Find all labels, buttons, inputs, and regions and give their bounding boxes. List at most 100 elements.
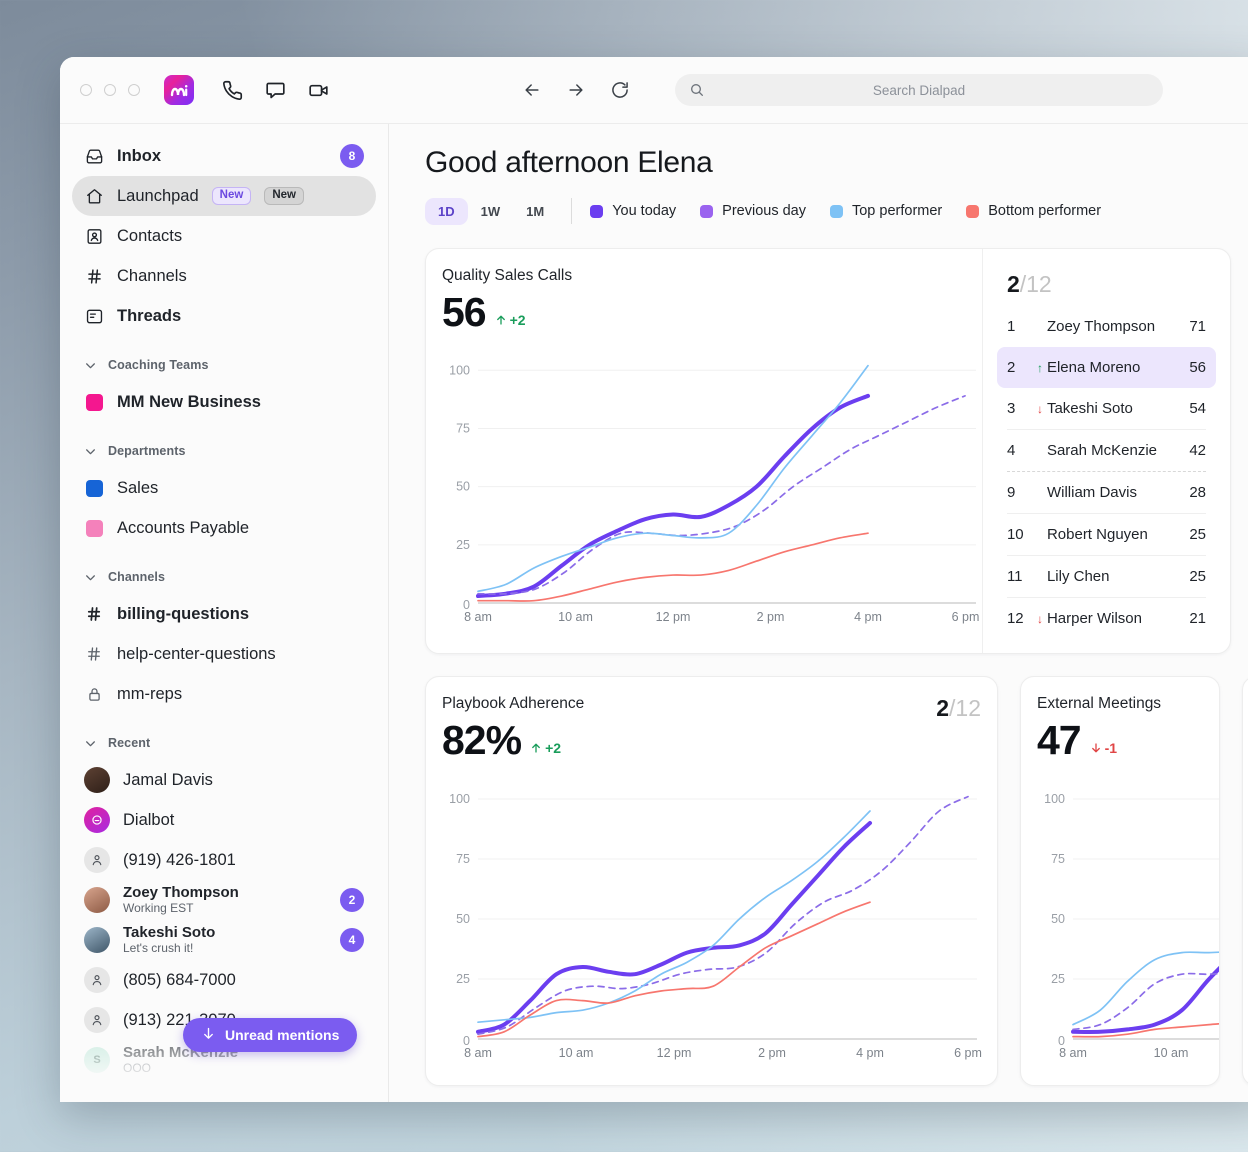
x-axis-tick-label: 10 am <box>559 1046 594 1060</box>
maximize-window-button[interactable] <box>128 84 140 96</box>
leaderboard-score: 25 <box>1189 526 1206 543</box>
sidebar-item-label: Inbox <box>117 147 161 166</box>
sidebar-item-mm-reps[interactable]: mm-reps <box>72 674 376 714</box>
table-row[interactable]: 9William Davis28 <box>997 472 1216 513</box>
metric-delta-value: -1 <box>1105 740 1117 756</box>
chevron-down-icon <box>84 571 98 584</box>
card-rank: 2/12 <box>936 695 981 722</box>
dialbot-avatar-icon <box>84 807 110 833</box>
section-recent[interactable]: Recent <box>72 726 376 760</box>
browser-nav-group[interactable]: Search Dialpad <box>521 74 1248 106</box>
leaderboard-name: Elena Moreno <box>1047 359 1189 376</box>
x-axis-tick-label: 6 pm <box>954 1046 982 1060</box>
card-playbook-adherence[interactable]: Playbook Adherence 82% +2 2/12 <box>425 676 998 1086</box>
table-row[interactable]: 3↓Takeshi Soto54 <box>997 388 1216 429</box>
series-line-previous-day <box>478 396 965 594</box>
arrow-up-icon: ↑ <box>1033 361 1047 375</box>
metric-value: 82% <box>442 720 521 761</box>
section-departments[interactable]: Departments <box>72 434 376 468</box>
search-input[interactable]: Search Dialpad <box>675 74 1163 106</box>
sidebar-item-help-center-questions[interactable]: help-center-questions <box>72 634 376 674</box>
reload-icon[interactable] <box>609 79 631 101</box>
sidebar-item-inbox[interactable]: Inbox 8 <box>72 136 376 176</box>
legend-item-bottom-performer[interactable]: Bottom performer <box>966 203 1101 219</box>
range-tab-1m[interactable]: 1M <box>513 198 557 225</box>
card-title: Quality Sales Calls <box>442 267 982 285</box>
forward-arrow-icon[interactable] <box>565 79 587 101</box>
x-axis-tick-label: 4 pm <box>854 610 882 624</box>
leaderboard-name: William Davis <box>1047 484 1189 501</box>
sidebar-item-mm-new-business[interactable]: MM New Business <box>72 382 376 422</box>
list-item[interactable]: Dialbot <box>72 800 376 840</box>
table-row[interactable]: 11Lily Chen25 <box>997 556 1216 597</box>
list-item[interactable]: Zoey Thompson Working EST 2 <box>72 880 376 920</box>
card-title: Playbook Adherence <box>442 695 936 713</box>
phone-icon[interactable] <box>220 78 244 102</box>
leaderboard-score: 71 <box>1189 318 1206 335</box>
x-axis-tick-label: 8 am <box>464 1046 492 1060</box>
y-axis-tick-label: 50 <box>456 480 470 494</box>
table-row[interactable]: 12↓Harper Wilson21 <box>997 598 1216 639</box>
app-body: Inbox 8 Launchpad New New <box>60 124 1248 1102</box>
recent-name: Dialbot <box>123 811 174 830</box>
table-row[interactable]: 2↑Elena Moreno56 <box>997 347 1216 388</box>
x-axis-tick-label: 12 pm <box>656 610 691 624</box>
person-avatar-icon <box>84 967 110 993</box>
y-axis-tick-label: 100 <box>449 363 470 377</box>
card-quality-sales-calls[interactable]: Quality Sales Calls 56 +2 02550751008 am… <box>425 248 1231 654</box>
legend-item-top-performer[interactable]: Top performer <box>830 203 942 219</box>
leaderboard-score: 54 <box>1189 400 1206 417</box>
launchpad-new-tag-purple: New <box>212 187 252 206</box>
series-line-top-performer <box>478 811 870 1022</box>
sidebar-item-threads[interactable]: Threads <box>72 296 376 336</box>
y-axis-tick-label: 25 <box>456 538 470 552</box>
back-arrow-icon[interactable] <box>521 79 543 101</box>
sidebar-item-launchpad[interactable]: Launchpad New New <box>72 176 376 216</box>
sidebar-item-label: Channels <box>117 267 187 286</box>
card-next-peek[interactable] <box>1242 676 1248 1086</box>
card-external-meetings[interactable]: External Meetings 47 -1 02550751008 am10… <box>1020 676 1220 1086</box>
section-channels[interactable]: Channels <box>72 560 376 594</box>
leaderboard-position: 4 <box>1007 442 1033 459</box>
leaderboard-name: Takeshi Soto <box>1047 400 1189 417</box>
inbox-unread-badge: 8 <box>340 144 364 168</box>
table-row[interactable]: 10Robert Nguyen25 <box>997 514 1216 555</box>
list-item[interactable]: Jamal Davis <box>72 760 376 800</box>
titlebar-action-icons[interactable] <box>220 78 330 102</box>
unread-mentions-button[interactable]: Unread mentions <box>183 1018 357 1052</box>
table-row[interactable]: 1Zoey Thompson71 <box>997 306 1216 347</box>
chart-svg: 02550751008 am10 am12 pm2 pm4 pm6 pm <box>442 765 983 1065</box>
sidebar-item-sales[interactable]: Sales <box>72 468 376 508</box>
chat-icon[interactable] <box>263 78 287 102</box>
close-window-button[interactable] <box>80 84 92 96</box>
legend-swatch <box>830 205 843 218</box>
legend-item-previous-day[interactable]: Previous day <box>700 203 806 219</box>
video-icon[interactable] <box>306 78 330 102</box>
list-item[interactable]: (919) 426-1801 <box>72 840 376 880</box>
avatar <box>84 887 110 913</box>
y-axis-tick-label: 25 <box>456 972 470 986</box>
sidebar-item-channels[interactable]: Channels <box>72 256 376 296</box>
leaderboard-name: Zoey Thompson <box>1047 318 1189 335</box>
leaderboard-rows: 1Zoey Thompson712↑Elena Moreno563↓Takesh… <box>997 306 1216 639</box>
range-tab-1w[interactable]: 1W <box>468 198 514 225</box>
sidebar-item-label: Launchpad <box>117 187 199 206</box>
sidebar-item-billing-questions[interactable]: billing-questions <box>72 594 376 634</box>
section-coaching-teams[interactable]: Coaching Teams <box>72 348 376 382</box>
table-row[interactable]: 4Sarah McKenzie42 <box>997 430 1216 471</box>
legend-swatch <box>700 205 713 218</box>
chevron-down-icon <box>84 737 98 750</box>
series-line-top-performer <box>1073 914 1220 1024</box>
dialpad-ai-logo-icon[interactable] <box>164 75 194 105</box>
window-controls[interactable] <box>80 84 140 96</box>
sidebar-item-accounts-payable[interactable]: Accounts Payable <box>72 508 376 548</box>
sidebar-item-contacts[interactable]: Contacts <box>72 216 376 256</box>
leaderboard-position: 12 <box>1007 610 1033 627</box>
controls-divider <box>571 198 572 224</box>
minimize-window-button[interactable] <box>104 84 116 96</box>
department-color-swatch <box>84 478 104 498</box>
list-item[interactable]: Takeshi Soto Let's crush it! 4 <box>72 920 376 960</box>
legend-item-you-today[interactable]: You today <box>590 203 676 219</box>
range-tab-1d[interactable]: 1D <box>425 198 468 225</box>
list-item[interactable]: (805) 684-7000 <box>72 960 376 1000</box>
